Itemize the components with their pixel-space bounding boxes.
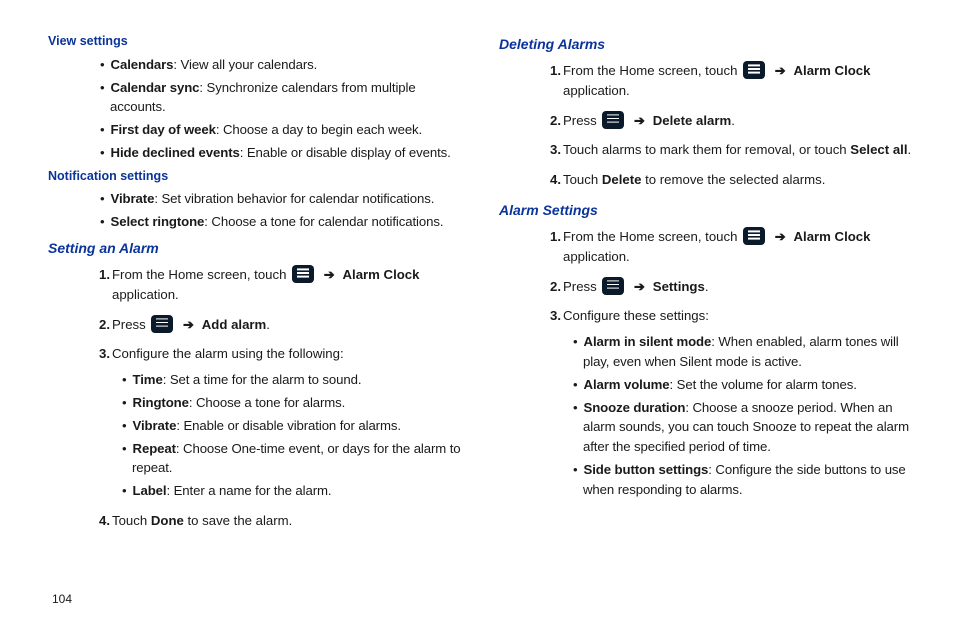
heading-deleting-alarms: Deleting Alarms: [499, 34, 914, 55]
step: From the Home screen, touch ➔ Alarm Cloc…: [543, 227, 914, 267]
list-item: Calendars: View all your calendars.: [100, 55, 463, 75]
list-item: Snooze duration: Choose a snooze period.…: [573, 398, 914, 457]
step: Press ➔ Settings.: [543, 277, 914, 297]
list-item: Time: Set a time for the alarm to sound.: [122, 370, 463, 390]
list-item: Hide declined events: Enable or disable …: [100, 143, 463, 163]
list-alarm-settings: Alarm in silent mode: When enabled, alar…: [563, 332, 914, 499]
list-item: Ringtone: Choose a tone for alarms.: [122, 393, 463, 413]
heading-alarm-settings: Alarm Settings: [499, 200, 914, 221]
step: Press ➔ Add alarm.: [92, 315, 463, 335]
steps-alarm-settings: From the Home screen, touch ➔ Alarm Cloc…: [499, 227, 914, 500]
heading-setting-an-alarm: Setting an Alarm: [48, 238, 463, 259]
page-number: 104: [52, 590, 72, 608]
list-item: Side button settings: Configure the side…: [573, 460, 914, 500]
steps-deleting-alarms: From the Home screen, touch ➔ Alarm Cloc…: [499, 61, 914, 190]
step: Configure these settings: Alarm in silen…: [543, 306, 914, 499]
arrow-icon: ➔: [634, 277, 645, 297]
right-column: Deleting Alarms From the Home screen, to…: [499, 28, 914, 541]
list-item: Alarm in silent mode: When enabled, alar…: [573, 332, 914, 372]
steps-setting-alarm: From the Home screen, touch ➔ Alarm Cloc…: [48, 265, 463, 531]
heading-notification-settings: Notification settings: [48, 167, 463, 186]
list-view-settings: Calendars: View all your calendars. Calen…: [48, 55, 463, 163]
arrow-icon: ➔: [183, 315, 194, 335]
list-notification-settings: Vibrate: Set vibration behavior for cale…: [48, 189, 463, 232]
list-item: Select ringtone: Choose a tone for calen…: [100, 212, 463, 232]
menu-icon: [292, 265, 314, 283]
step: Touch Delete to remove the selected alar…: [543, 170, 914, 190]
page: View settings Calendars: View all your c…: [0, 0, 954, 559]
list-item: Vibrate: Enable or disable vibration for…: [122, 416, 463, 436]
menu-icon: [151, 315, 173, 333]
step: From the Home screen, touch ➔ Alarm Cloc…: [92, 265, 463, 305]
step: Touch alarms to mark them for removal, o…: [543, 140, 914, 160]
list-alarm-config: Time: Set a time for the alarm to sound.…: [112, 370, 463, 501]
menu-icon: [743, 61, 765, 79]
arrow-icon: ➔: [324, 265, 335, 285]
left-column: View settings Calendars: View all your c…: [48, 28, 463, 541]
menu-icon: [602, 277, 624, 295]
list-item: Calendar sync: Synchronize calendars fro…: [100, 78, 463, 118]
arrow-icon: ➔: [775, 227, 786, 247]
step: From the Home screen, touch ➔ Alarm Cloc…: [543, 61, 914, 101]
heading-view-settings: View settings: [48, 32, 463, 51]
step: Configure the alarm using the following:…: [92, 344, 463, 501]
menu-icon: [743, 227, 765, 245]
arrow-icon: ➔: [775, 61, 786, 81]
list-item: Alarm volume: Set the volume for alarm t…: [573, 375, 914, 395]
list-item: Label: Enter a name for the alarm.: [122, 481, 463, 501]
step: Press ➔ Delete alarm.: [543, 111, 914, 131]
list-item: Repeat: Choose One-time event, or days f…: [122, 439, 463, 479]
menu-icon: [602, 111, 624, 129]
list-item: First day of week: Choose a day to begin…: [100, 120, 463, 140]
step: Touch Done to save the alarm.: [92, 511, 463, 531]
arrow-icon: ➔: [634, 111, 645, 131]
list-item: Vibrate: Set vibration behavior for cale…: [100, 189, 463, 209]
